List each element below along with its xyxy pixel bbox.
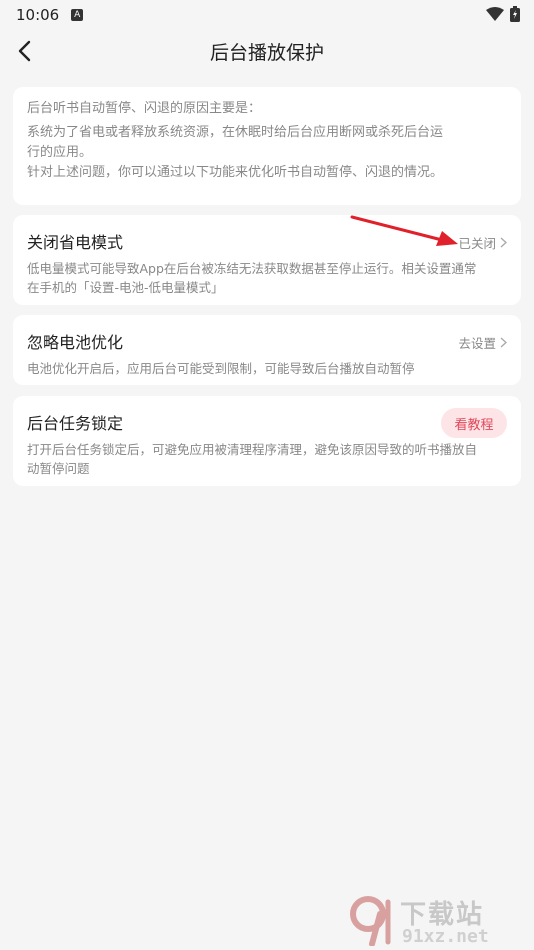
status-indicators xyxy=(486,6,520,22)
battery-icon xyxy=(510,6,520,22)
battery-optimization-card[interactable]: 忽略电池优化 去设置 电池优化开启后，应用后台可能受到限制，可能导致后台播放自动… xyxy=(13,315,521,385)
setting-description-line: 动暂停问题 xyxy=(27,461,90,476)
setting-title: 关闭省电模式 xyxy=(27,233,124,252)
intro-card: 后台听书自动暂停、闪退的原因主要是： 系统为了省电或者释放系统资源，在休眠时给后… xyxy=(13,87,521,205)
setting-description-line: 在手机的「设置-电池-低电量模式」 xyxy=(27,280,224,295)
navigation-bar: 后台播放保护 xyxy=(0,30,534,72)
status-time: 10:06 xyxy=(16,6,60,24)
view-tutorial-button[interactable]: 看教程 xyxy=(441,408,507,438)
back-arrow-icon[interactable] xyxy=(14,39,38,63)
status-bar: 10:06 A xyxy=(0,0,534,30)
background-lock-card[interactable]: 后台任务锁定 看教程 打开后台任务锁定后，可避免应用被清理程序清理，避免该原因导… xyxy=(13,396,521,486)
setting-description-line: 打开后台任务锁定后，可避免应用被清理程序清理，避免该原因导致的听书播放自 xyxy=(27,442,478,457)
wifi-icon xyxy=(486,7,504,21)
power-saving-card[interactable]: 关闭省电模式 已关闭 低电量模式可能导致App在后台被冻结无法获取数据甚至停止运… xyxy=(13,215,521,305)
setting-description: 电池优化开启后，应用后台可能受到限制，可能导致后台播放自动暂停 xyxy=(27,359,509,378)
setting-action-label: 去设置 xyxy=(458,336,496,351)
intro-text-line: 行的应用。 xyxy=(27,145,93,160)
setting-title: 忽略电池优化 xyxy=(27,333,124,352)
watermark-url: 91xz.net xyxy=(402,926,489,947)
setting-title: 后台任务锁定 xyxy=(27,414,124,433)
page-title: 后台播放保护 xyxy=(209,41,324,64)
go-settings-button[interactable]: 去设置 xyxy=(458,333,507,352)
intro-text-line: 系统为了省电或者释放系统资源，在休眠时给后台应用断网或杀死后台运 xyxy=(27,125,444,140)
notification-icon: A xyxy=(71,9,84,21)
setting-description: 低电量模式可能导致App在后台被冻结无法获取数据甚至停止运行。相关设置通常 在手… xyxy=(27,259,509,297)
chevron-right-icon xyxy=(500,237,507,248)
watermark-logo-icon xyxy=(350,896,391,946)
chevron-right-icon xyxy=(500,337,507,348)
power-saving-status-button[interactable]: 已关闭 xyxy=(458,233,507,252)
intro-heading: 后台听书自动暂停、闪退的原因主要是： xyxy=(27,101,262,116)
setting-description: 打开后台任务锁定后，可避免应用被清理程序清理，避免该原因导致的听书播放自 动暂停… xyxy=(27,440,509,478)
setting-action-label: 已关闭 xyxy=(458,236,496,251)
setting-description-line: 电池优化开启后，应用后台可能受到限制，可能导致后台播放自动暂停 xyxy=(27,361,415,376)
intro-text-line: 针对上述问题，你可以通过以下功能来优化听书自动暂停、闪退的情况。 xyxy=(27,165,444,180)
watermark: 下载站 91xz.net xyxy=(350,894,530,950)
setting-description-line: 低电量模式可能导致App在后台被冻结无法获取数据甚至停止运行。相关设置通常 xyxy=(27,261,477,276)
